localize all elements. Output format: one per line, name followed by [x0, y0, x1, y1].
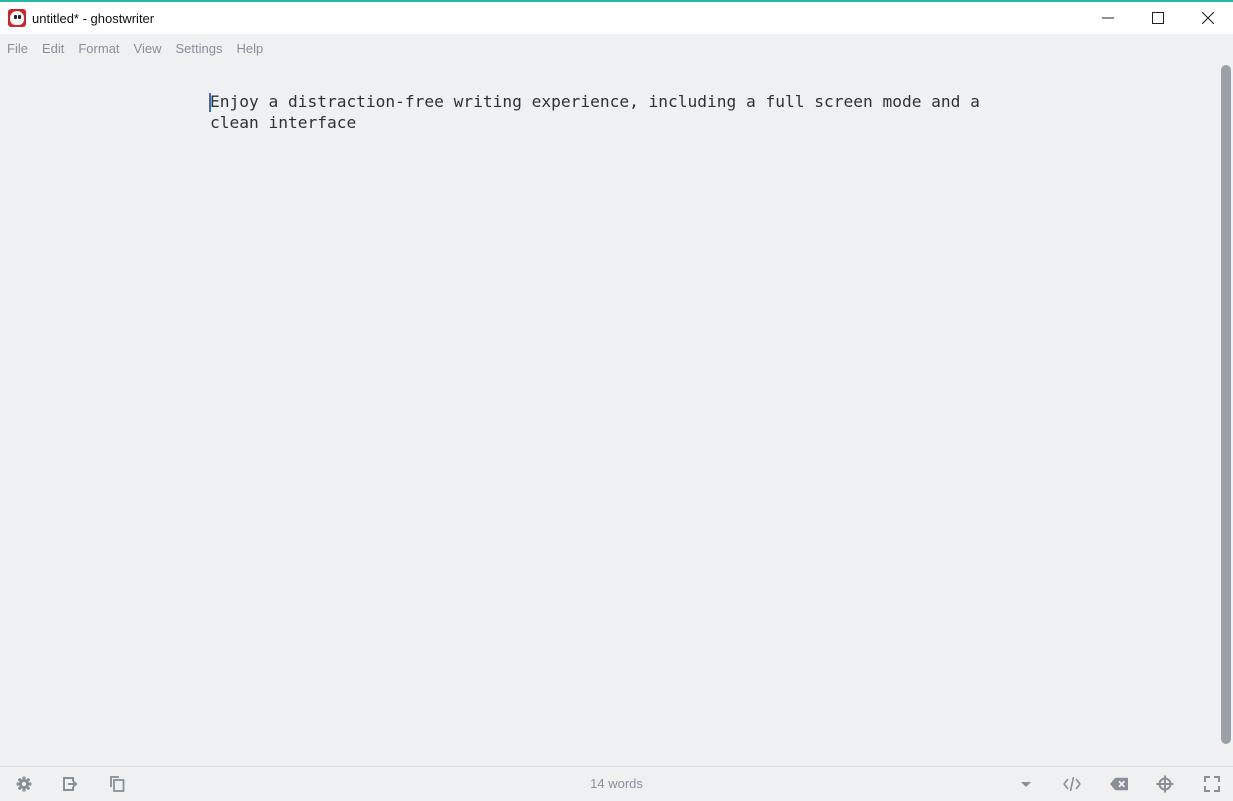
fullscreen-button[interactable] — [1203, 775, 1221, 793]
menu-bar: File Edit Format View Settings Help — [0, 34, 1233, 62]
maximize-icon — [1152, 12, 1164, 24]
html-preview-button[interactable] — [1063, 775, 1081, 793]
minimize-button[interactable] — [1083, 2, 1133, 34]
menu-help[interactable]: Help — [229, 41, 270, 56]
text-caret — [209, 93, 211, 112]
vertical-scrollbar[interactable] — [1221, 65, 1231, 744]
close-icon — [1202, 12, 1214, 24]
dropdown-button[interactable] — [1017, 775, 1035, 793]
editor-text-area[interactable]: Enjoy a distraction-free writing experie… — [210, 91, 1010, 133]
word-count[interactable]: 14 words — [0, 776, 1233, 791]
maximize-button[interactable] — [1133, 2, 1183, 34]
dropdown-arrow-icon — [1021, 782, 1031, 787]
hemingway-mode-button[interactable] — [1110, 775, 1128, 793]
window-title: untitled* - ghostwriter — [32, 10, 155, 26]
title-bar: untitled* - ghostwriter — [0, 2, 1233, 34]
minimize-icon — [1102, 17, 1114, 19]
status-bar: 14 words — [0, 766, 1233, 801]
fullscreen-icon — [1204, 776, 1220, 792]
menu-edit[interactable]: Edit — [35, 41, 71, 56]
focus-mode-icon — [1156, 775, 1174, 793]
window-controls — [1083, 2, 1233, 34]
html-preview-icon — [1063, 776, 1081, 792]
close-button[interactable] — [1183, 2, 1233, 34]
hemingway-mode-icon — [1110, 777, 1128, 791]
ghostwriter-app-icon[interactable] — [8, 9, 26, 27]
focus-mode-button[interactable] — [1156, 775, 1174, 793]
menu-format[interactable]: Format — [71, 41, 126, 56]
menu-view[interactable]: View — [127, 41, 169, 56]
menu-file[interactable]: File — [0, 41, 35, 56]
menu-settings[interactable]: Settings — [168, 41, 229, 56]
